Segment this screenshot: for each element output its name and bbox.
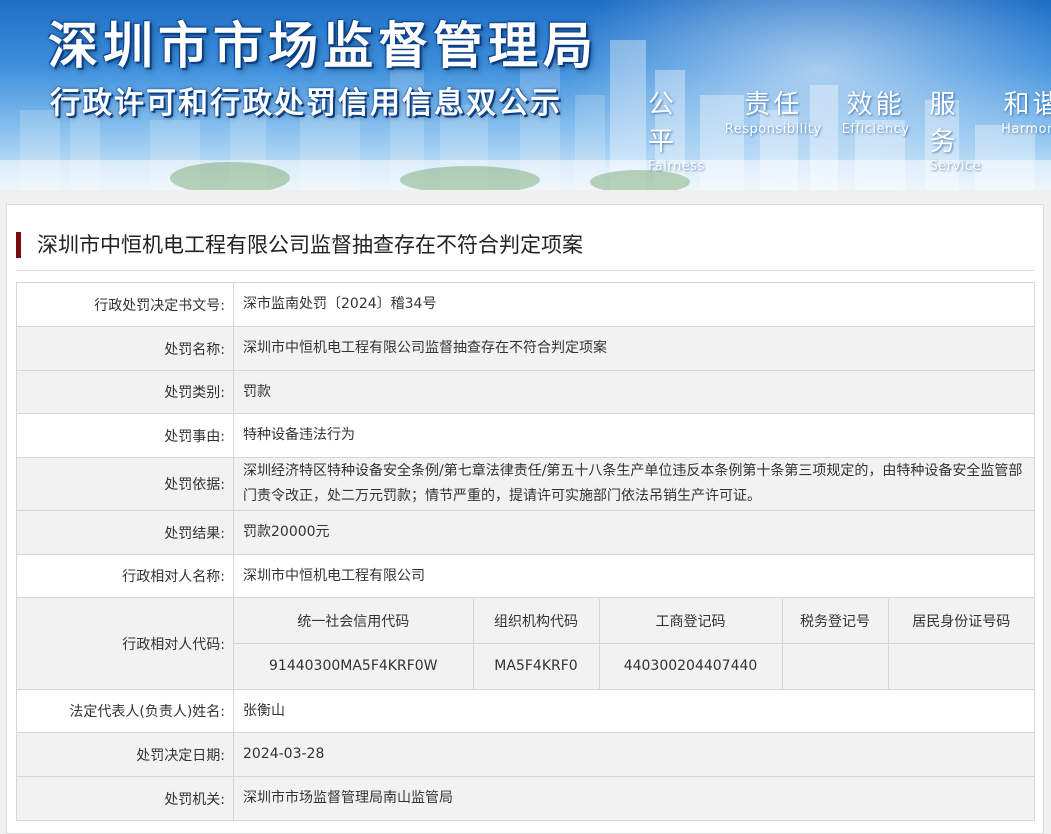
motto-en: Service [929,159,982,174]
field-label: 处罚决定日期: [16,732,234,777]
motto-item: 责任 Responsibility [725,84,822,174]
table-row: 处罚机关: 深圳市市场监督管理局南山监管局 [16,776,1035,821]
banner-title: 深圳市市场监督管理局 [48,17,598,75]
field-value: 深圳市中恒机电工程有限公司监督抽查存在不符合判定项案 [233,326,1035,371]
field-value: 深圳经济特区特种设备安全条例/第七章法律责任/第五十八条生产单位违反本条例第十条… [233,457,1035,511]
motto-cn: 服务 [929,90,959,157]
table-row: 行政相对人名称: 深圳市中恒机电工程有限公司 [16,554,1035,598]
banner-subtitle: 行政许可和行政处罚信用信息双公示 [50,86,562,121]
table-row: 处罚类别: 罚款 [16,370,1035,414]
table-row: 行政相对人代码: 统一社会信用代码 组织机构代码 工商登记码 税务登记号 居民身… [16,597,1035,690]
field-label: 处罚结果: [16,510,234,555]
header-banner: 深圳市市场监督管理局 行政许可和行政处罚信用信息双公示 公平 Fairness … [0,0,1051,190]
party-code-cell: 统一社会信用代码 组织机构代码 工商登记码 税务登记号 居民身份证号码 9144… [233,597,1035,690]
field-label: 行政相对人名称: [16,554,234,598]
code-header: 税务登记号 [781,598,889,644]
field-label: 行政处罚决定书文号: [16,282,234,327]
code-header: 工商登记码 [598,598,783,644]
code-value [781,643,889,689]
code-header: 居民身份证号码 [887,598,1034,644]
field-value: 深圳市市场监督管理局南山监管局 [233,776,1035,821]
field-label: 处罚事由: [16,413,234,458]
content-card: 深圳市中恒机电工程有限公司监督抽查存在不符合判定项案 行政处罚决定书文号: 深市… [6,204,1044,834]
motto-item: 和谐 Harmony [1001,84,1051,174]
table-row: 处罚决定日期: 2024-03-28 [16,732,1035,777]
code-value [887,643,1034,689]
penalty-info-table: 行政处罚决定书文号: 深市监南处罚〔2024〕稽34号 处罚名称: 深圳市中恒机… [16,282,1035,821]
field-value: 深圳市中恒机电工程有限公司 [233,554,1035,598]
code-value: 440300204407440 [598,643,783,689]
field-value: 特种设备违法行为 [233,413,1035,458]
banner-motto: 公平 Fairness 责任 Responsibility 效能 Efficie… [648,84,1051,174]
motto-item: 公平 Fairness [648,84,705,174]
code-value: 91440300MA5F4KRF0W [234,643,474,689]
motto-cn: 效能 [846,90,905,120]
party-code-table: 统一社会信用代码 组织机构代码 工商登记码 税务登记号 居民身份证号码 9144… [234,598,1034,689]
table-row: 行政处罚决定书文号: 深市监南处罚〔2024〕稽34号 [16,282,1035,327]
field-label: 处罚名称: [16,326,234,371]
code-value-row: 91440300MA5F4KRF0W MA5F4KRF0 44030020440… [234,643,1034,689]
motto-en: Efficiency [841,122,910,137]
field-value: 罚款 [233,370,1035,414]
field-value: 罚款20000元 [233,510,1035,555]
motto-cn: 公平 [648,90,678,157]
field-value: 张衡山 [233,689,1035,733]
code-header: 统一社会信用代码 [234,598,474,644]
table-row: 法定代表人(负责人)姓名: 张衡山 [16,689,1035,733]
table-row: 处罚事由: 特种设备违法行为 [16,413,1035,458]
code-header-row: 统一社会信用代码 组织机构代码 工商登记码 税务登记号 居民身份证号码 [234,598,1034,644]
field-label: 法定代表人(负责人)姓名: [16,689,234,733]
motto-cn: 责任 [744,90,803,120]
field-value: 2024-03-28 [233,732,1035,777]
motto-item: 效能 Efficiency [842,84,910,174]
field-label: 处罚机关: [16,776,234,821]
field-value: 深市监南处罚〔2024〕稽34号 [233,282,1035,327]
field-label: 处罚依据: [16,457,234,511]
motto-item: 服务 Service [930,84,982,174]
table-row: 处罚依据: 深圳经济特区特种设备安全条例/第七章法律责任/第五十八条生产单位违反… [16,457,1035,511]
page-header: 深圳市中恒机电工程有限公司监督抽查存在不符合判定项案 [16,205,1034,271]
field-label: 处罚类别: [16,370,234,414]
table-row: 处罚名称: 深圳市中恒机电工程有限公司监督抽查存在不符合判定项案 [16,326,1035,371]
motto-cn: 和谐 [1003,90,1051,120]
field-label: 行政相对人代码: [16,597,234,690]
code-value: MA5F4KRF0 [472,643,600,689]
motto-en: Fairness [648,159,705,174]
motto-en: Responsibility [724,122,822,137]
motto-en: Harmony [1001,122,1051,137]
code-header: 组织机构代码 [472,598,600,644]
table-row: 处罚结果: 罚款20000元 [16,510,1035,555]
title-accent-bar [16,232,21,258]
page-title: 深圳市中恒机电工程有限公司监督抽查存在不符合判定项案 [37,233,583,257]
